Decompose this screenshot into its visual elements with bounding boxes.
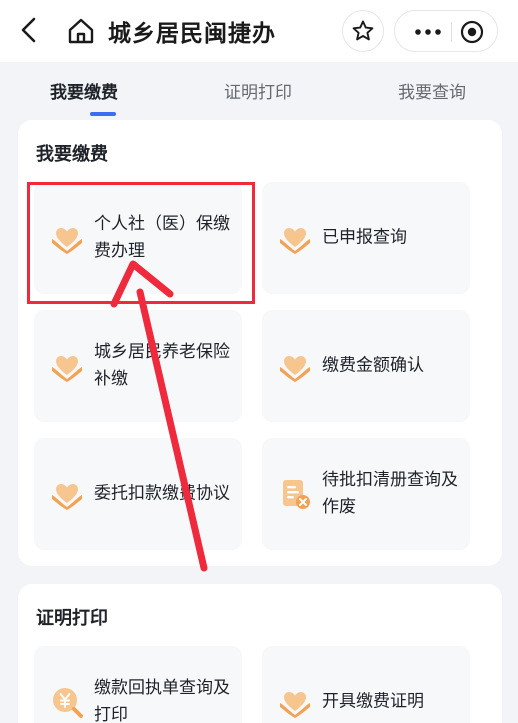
tile-label: 缴款回执单查询及打印 xyxy=(94,678,230,723)
heart-hand-icon xyxy=(280,356,310,382)
tab-payment[interactable]: 我要缴费 xyxy=(50,78,118,103)
back-arrow-icon[interactable] xyxy=(14,14,46,46)
service-tile-payment-certificate[interactable]: 开具缴费证明 xyxy=(262,646,470,723)
heart-hand-icon xyxy=(52,356,82,382)
yuan-search-icon xyxy=(53,688,83,718)
service-tile-receipt-print[interactable]: 缴款回执单查询及打印 xyxy=(34,646,242,723)
annotation-highlight-box xyxy=(27,182,255,304)
tile-label: 城乡居民养老保险补缴 xyxy=(94,342,230,389)
section-title-payment: 我要缴费 xyxy=(36,144,108,165)
page-title: 城乡居民闽捷办 xyxy=(108,21,276,47)
certificate-section-card: 证明打印 缴款回执单查询及打印 开具缴费证明 xyxy=(18,584,502,723)
service-tile-amount-confirm[interactable]: 缴费金额确认 xyxy=(262,310,470,422)
document-cancel-icon xyxy=(283,480,310,509)
tile-label: 开具缴费证明 xyxy=(322,691,424,712)
home-icon[interactable] xyxy=(66,16,96,46)
tile-label: 待批扣清册查询及作废 xyxy=(322,470,458,517)
star-icon xyxy=(352,20,374,41)
tab-certificate[interactable]: 证明打印 xyxy=(224,78,292,103)
service-tile-pending-list[interactable]: 待批扣清册查询及作废 xyxy=(262,438,470,550)
more-dots-icon[interactable] xyxy=(413,20,443,44)
service-tile-pension-supplement[interactable]: 城乡居民养老保险补缴 xyxy=(34,310,242,422)
miniprogram-capsule xyxy=(394,10,498,52)
service-tile-entrust-deduction[interactable]: 委托扣款缴费协议 xyxy=(34,438,242,550)
tile-label: 委托扣款缴费协议 xyxy=(94,483,230,504)
section-title-certificate: 证明打印 xyxy=(36,608,108,629)
heart-hand-icon xyxy=(280,692,310,718)
tile-label: 缴费金额确认 xyxy=(322,355,424,376)
active-tab-indicator xyxy=(90,112,116,116)
favorite-button[interactable] xyxy=(342,10,384,52)
target-icon[interactable] xyxy=(460,20,484,44)
service-tile-declared-query[interactable]: 已申报查询 xyxy=(262,182,470,294)
tab-bar: 我要缴费 证明打印 我要查询 xyxy=(0,62,518,120)
tab-query[interactable]: 我要查询 xyxy=(398,78,466,103)
capsule-divider xyxy=(451,22,452,42)
heart-hand-icon xyxy=(280,228,310,254)
top-nav-bar: 城乡居民闽捷办 xyxy=(0,0,518,62)
heart-hand-icon xyxy=(52,484,82,510)
tile-label: 已申报查询 xyxy=(322,227,407,248)
